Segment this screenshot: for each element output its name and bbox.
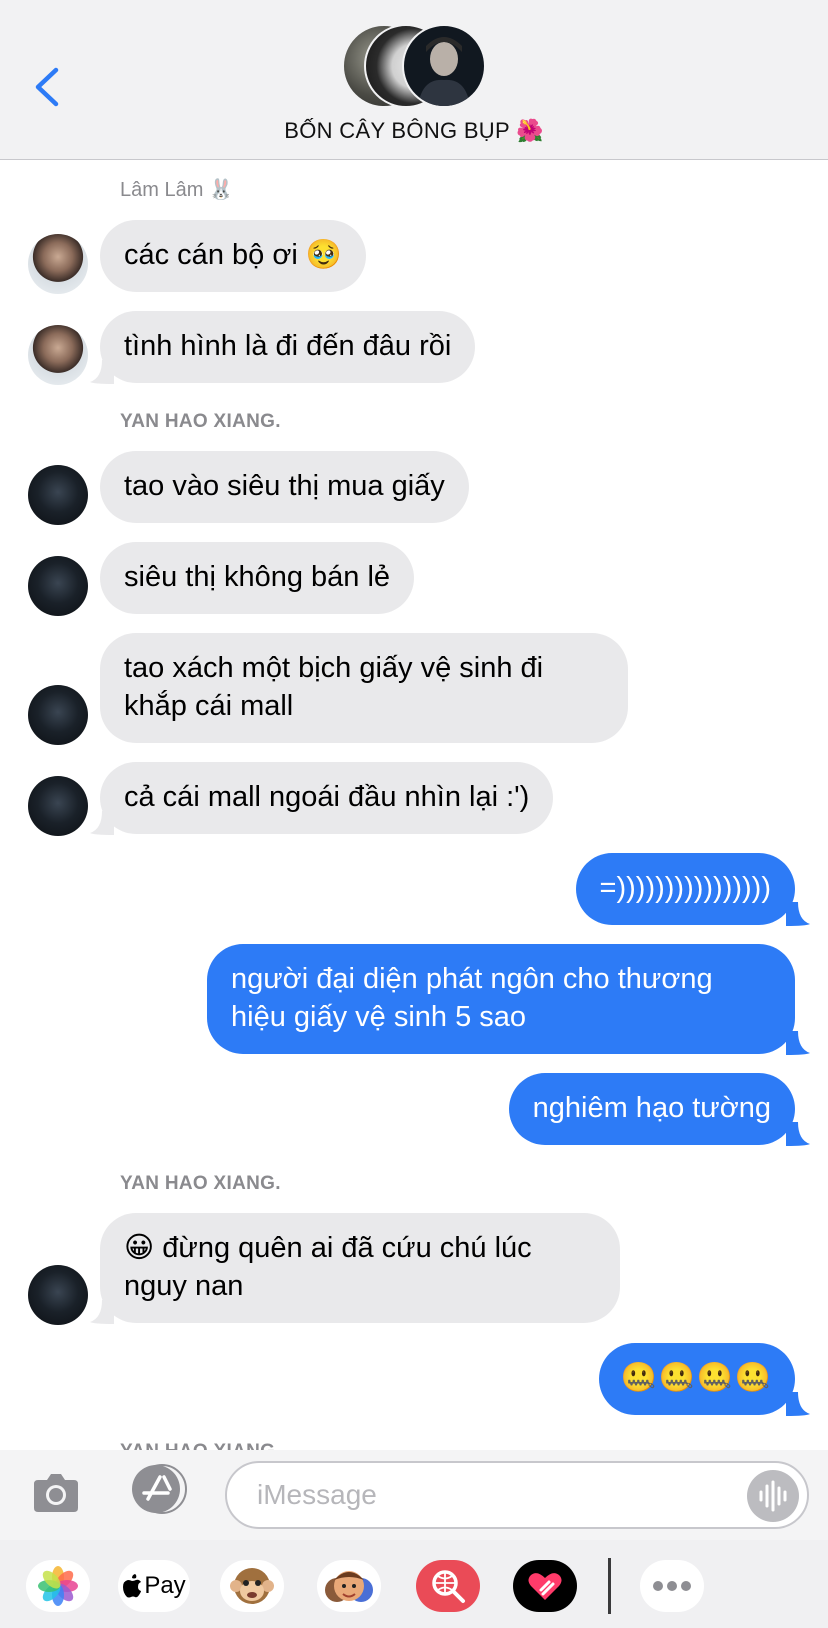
message-input-placeholder: iMessage xyxy=(257,1479,377,1510)
audio-wave-icon[interactable] xyxy=(747,1470,799,1522)
message-text: tao vào siêu thị mua giấy xyxy=(124,470,445,502)
bubble-tail-icon xyxy=(786,1122,810,1146)
digital-touch-app-button[interactable] xyxy=(513,1560,577,1612)
app-drawer-divider xyxy=(608,1558,611,1614)
web-search-icon xyxy=(432,1570,465,1603)
memoji-app-button[interactable] xyxy=(317,1560,381,1612)
avatar-photo-icon xyxy=(418,37,470,106)
message-text: cả cái mall ngoái đầu nhìn lại :') xyxy=(124,781,530,813)
message-text: =)))))))))))))))) xyxy=(599,872,771,904)
sender-name: YAN HAO XIANG. xyxy=(120,1173,281,1194)
message-text: tình hình là đi đến đâu rồi xyxy=(124,330,452,362)
group-avatars[interactable] xyxy=(342,24,486,108)
photos-icon xyxy=(38,1566,78,1606)
app-store-icon[interactable] xyxy=(126,1463,192,1515)
camera-icon[interactable] xyxy=(32,1470,80,1514)
message-text: nghiêm hạo tường xyxy=(532,1092,771,1124)
message-bubble[interactable]: cả cái mall ngoái đầu nhìn lại :') xyxy=(100,762,554,834)
message-bubble[interactable]: 🤐🤐🤐🤐 xyxy=(598,1343,795,1415)
sender-name: Lâm Lâm 🐰 xyxy=(120,179,234,201)
avatar[interactable] xyxy=(28,465,88,525)
message-text: người đại diện phát ngôn cho thương hiệu… xyxy=(231,963,713,1033)
message-text: 😀 đừng quên ai đã cứu chú lúc nguy nan xyxy=(124,1232,532,1302)
animoji-app-button[interactable] xyxy=(220,1560,284,1612)
message-bubble[interactable]: nghiêm hạo tường xyxy=(508,1073,795,1145)
message-bubble[interactable]: 😀 đừng quên ai đã cứu chú lúc nguy nan xyxy=(100,1213,620,1323)
message-bubble[interactable]: siêu thị không bán lẻ xyxy=(100,542,415,614)
group-member-avatar xyxy=(402,24,486,108)
photos-app-button[interactable] xyxy=(26,1560,90,1612)
bubble-tail-icon xyxy=(90,360,114,384)
avatar[interactable] xyxy=(28,325,88,385)
animoji-icon xyxy=(230,1568,274,1604)
message-bubble[interactable]: tình hình là đi đến đâu rồi xyxy=(100,311,476,383)
app-drawer: Pay xyxy=(0,1540,828,1628)
message-bubble[interactable]: người đại diện phát ngôn cho thương hiệu… xyxy=(207,944,795,1054)
message-text: siêu thị không bán lẻ xyxy=(124,561,391,593)
conversation-header: BỐN CÂY BÔNG BỤP 🌺 xyxy=(0,0,828,160)
web-search-app-button[interactable] xyxy=(416,1560,480,1612)
chevron-left-icon[interactable] xyxy=(30,62,64,112)
more-apps-button[interactable] xyxy=(640,1560,704,1612)
avatar[interactable] xyxy=(28,1265,88,1325)
bubble-tail-icon xyxy=(786,902,810,926)
apple-pay-label: Pay xyxy=(144,1572,186,1599)
bubble-tail-icon xyxy=(786,1031,810,1055)
message-bubble[interactable]: tao xách một bịch giấy vệ sinh đi khắp c… xyxy=(100,633,628,743)
compose-bar: iMessage xyxy=(0,1450,828,1540)
bubble-tail-icon xyxy=(786,1392,810,1416)
bubble-tail-icon xyxy=(90,811,114,835)
apple-pay-button[interactable]: Pay xyxy=(118,1560,190,1612)
sender-name: YAN HAO XIANG. xyxy=(120,411,281,432)
digital-touch-icon xyxy=(528,1573,562,1600)
message-bubble[interactable]: =)))))))))))))))) xyxy=(575,853,795,925)
message-bubble[interactable]: tao vào siêu thị mua giấy xyxy=(100,451,469,523)
avatar[interactable] xyxy=(28,234,88,294)
message-text: các cán bộ ơi 🥹 xyxy=(124,239,342,271)
apple-pay-icon xyxy=(123,1574,142,1598)
avatar[interactable] xyxy=(28,556,88,616)
memoji-icon xyxy=(325,1571,373,1602)
message-text: 🤐🤐🤐🤐 xyxy=(620,1362,773,1394)
avatar[interactable] xyxy=(28,776,88,836)
message-bubble[interactable]: các cán bộ ơi 🥹 xyxy=(100,220,366,292)
avatar[interactable] xyxy=(28,685,88,745)
more-icon xyxy=(653,1581,691,1591)
group-title[interactable]: BỐN CÂY BÔNG BỤP 🌺 xyxy=(0,118,828,144)
message-text: tao xách một bịch giấy vệ sinh đi khắp c… xyxy=(124,652,544,722)
message-input[interactable]: iMessage xyxy=(225,1461,809,1529)
bubble-tail-icon xyxy=(90,1300,114,1324)
